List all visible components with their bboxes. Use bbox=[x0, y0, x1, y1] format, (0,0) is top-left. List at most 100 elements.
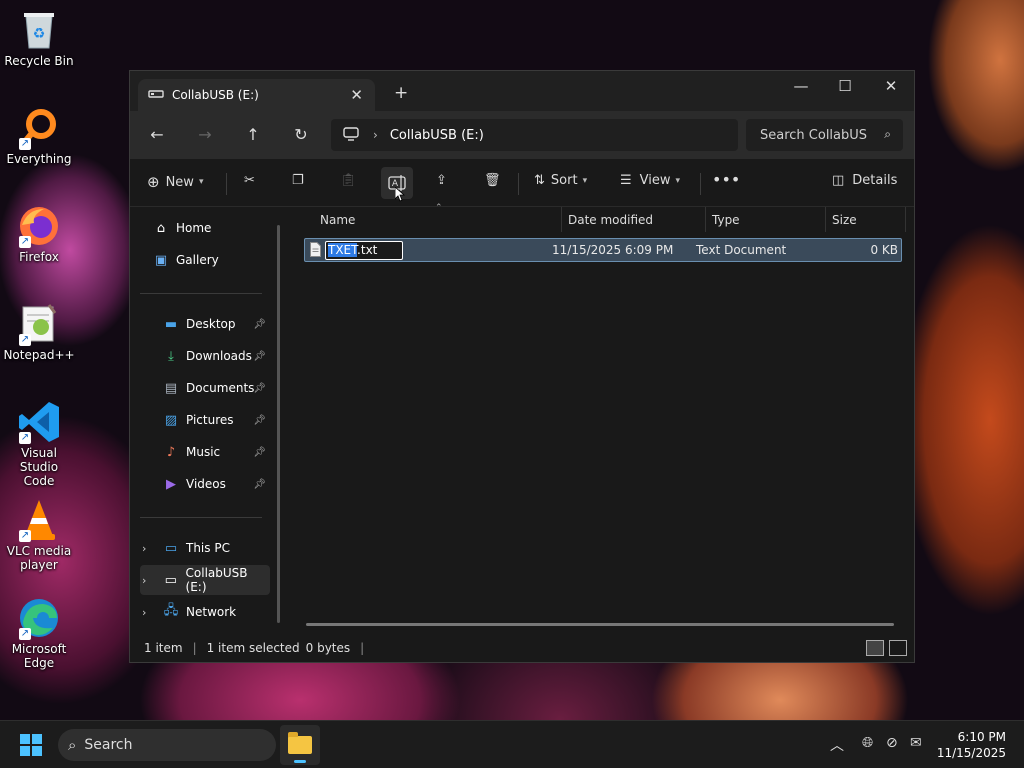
recycle-bin-icon: ♻ bbox=[17, 8, 61, 52]
desktop-icon-everything[interactable]: ↗ Everything bbox=[4, 106, 74, 166]
desktop-icon-label: Firefox bbox=[19, 250, 59, 264]
sidebar-item-home[interactable]: ⌂ Home bbox=[140, 213, 270, 243]
sidebar-item-collabusb[interactable]: › ▭ CollabUSB (E:) bbox=[140, 565, 270, 595]
sort-button[interactable]: ⇅ Sort ▾ bbox=[534, 173, 587, 188]
search-icon: ⌕ bbox=[68, 736, 77, 754]
sidebar-scrollbar[interactable] bbox=[277, 225, 280, 623]
horizontal-scrollbar[interactable] bbox=[306, 623, 894, 626]
taskbar-file-explorer[interactable] bbox=[280, 725, 320, 765]
sidebar-item-label: Gallery bbox=[176, 253, 219, 267]
share-icon: ⇪ bbox=[436, 173, 447, 188]
sidebar-item-network[interactable]: › 🖧︎ Network bbox=[140, 597, 270, 627]
drive-icon: ▭ bbox=[164, 572, 177, 588]
sidebar-item-music[interactable]: ♪ Music 📌︎ bbox=[140, 437, 270, 467]
details-pane-icon: ◫ bbox=[832, 173, 845, 188]
tab-collabusb[interactable]: CollabUSB (E:) ✕ bbox=[138, 79, 375, 111]
forward-button[interactable]: → bbox=[193, 125, 217, 144]
refresh-button[interactable]: ↻ bbox=[289, 125, 313, 144]
rename-button[interactable]: A bbox=[381, 167, 413, 202]
new-tab-button[interactable]: + bbox=[394, 83, 408, 103]
sidebar-item-this-pc[interactable]: › ▭ This PC bbox=[140, 533, 270, 563]
share-button[interactable]: ⇪ bbox=[436, 173, 447, 188]
cut-button[interactable]: ✂ bbox=[244, 173, 255, 188]
download-arrow-icon: ⤓ bbox=[168, 348, 174, 364]
shortcut-arrow-icon: ↗ bbox=[19, 432, 31, 444]
column-divider[interactable] bbox=[825, 207, 826, 232]
close-window-button[interactable]: ✕ bbox=[876, 77, 906, 95]
pin-icon: 📌︎ bbox=[253, 350, 266, 362]
title-bar: CollabUSB (E:) ✕ + — ☐ ✕ bbox=[130, 71, 914, 111]
show-hidden-icons-chevron-icon[interactable]: ︿ bbox=[830, 735, 844, 755]
delete-button[interactable]: 🗑︎ bbox=[484, 173, 501, 188]
sidebar-item-desktop[interactable]: ▬ Desktop 📌︎ bbox=[140, 309, 270, 339]
sidebar-item-pictures[interactable]: ▨ Pictures 📌︎ bbox=[140, 405, 270, 435]
paste-button[interactable]: 📋︎ bbox=[340, 173, 357, 188]
chevron-right-icon: › bbox=[142, 573, 147, 587]
desktop-icon-vlc[interactable]: ↗ VLC media player bbox=[4, 498, 74, 572]
system-clock[interactable]: 6:10 PM 11/15/2025 bbox=[937, 729, 1006, 761]
sidebar-divider bbox=[140, 293, 262, 294]
tab-close-icon[interactable]: ✕ bbox=[350, 86, 363, 104]
maximize-button[interactable]: ☐ bbox=[830, 77, 860, 95]
minimize-button[interactable]: — bbox=[786, 77, 816, 95]
back-button[interactable]: ← bbox=[145, 125, 169, 144]
sidebar-item-documents[interactable]: ▤ Documents 📌︎ bbox=[140, 373, 270, 403]
globe-language-icon[interactable]: 🌐︎ bbox=[862, 735, 873, 751]
column-header-date[interactable]: Date modified bbox=[568, 213, 653, 227]
toolbar-divider bbox=[226, 173, 227, 195]
column-divider[interactable] bbox=[905, 207, 906, 232]
column-divider[interactable] bbox=[561, 207, 562, 232]
desktop-icon-edge[interactable]: ↗ Microsoft Edge bbox=[4, 596, 74, 670]
folder-icon bbox=[288, 732, 312, 754]
video-icon: ▶ bbox=[166, 476, 176, 492]
shortcut-arrow-icon: ↗ bbox=[19, 334, 31, 346]
desktop-icon-notepad-plus-plus[interactable]: ↗ Notepad++ bbox=[3, 302, 75, 362]
desktop-folder-icon: ▬ bbox=[164, 316, 178, 332]
chat-notification-icon[interactable]: ✉ bbox=[910, 735, 922, 751]
copy-button[interactable]: ❐ bbox=[292, 173, 304, 188]
up-button[interactable]: ↑ bbox=[241, 125, 265, 144]
notepad-plus-plus-icon: ↗ bbox=[17, 302, 61, 346]
taskbar-search[interactable]: ⌕ Search bbox=[58, 729, 276, 761]
shortcut-arrow-icon: ↗ bbox=[19, 530, 31, 542]
rename-input[interactable]: TXET.txt bbox=[325, 241, 403, 260]
start-button[interactable] bbox=[20, 734, 42, 756]
more-options-button[interactable]: ••• bbox=[712, 170, 740, 189]
large-icons-view-toggle[interactable] bbox=[889, 640, 907, 656]
column-divider[interactable] bbox=[705, 207, 706, 232]
details-button[interactable]: ◫ Details bbox=[832, 173, 897, 188]
status-separator: | bbox=[192, 641, 197, 655]
this-pc-monitor-icon bbox=[343, 126, 359, 144]
desktop-icon-recycle-bin[interactable]: ♻ Recycle Bin bbox=[4, 8, 74, 68]
sidebar-item-label: Home bbox=[176, 221, 212, 235]
details-view-toggle[interactable] bbox=[866, 640, 884, 656]
sidebar-item-downloads[interactable]: ⤓ Downloads 📌︎ bbox=[140, 341, 270, 371]
search-input[interactable]: Search CollabUS ⌕ bbox=[746, 119, 903, 151]
file-type: Text Document bbox=[696, 243, 787, 257]
column-header-size[interactable]: Size bbox=[832, 213, 857, 227]
edge-icon: ↗ bbox=[17, 596, 61, 640]
sidebar-item-label: Pictures bbox=[186, 413, 234, 427]
sidebar-divider bbox=[140, 517, 262, 518]
sidebar-item-label: Documents bbox=[186, 381, 255, 395]
chevron-down-icon: ▾ bbox=[582, 175, 588, 186]
column-header-name[interactable]: Name bbox=[320, 213, 355, 227]
breadcrumb-current[interactable]: CollabUSB (E:) bbox=[390, 128, 484, 143]
desktop-icon-firefox[interactable]: ↗ Firefox bbox=[4, 204, 74, 264]
status-bar: 1 item | 1 item selected 0 bytes | bbox=[130, 634, 914, 662]
desktop-icon-vscode[interactable]: ↗ Visual Studio Code bbox=[4, 400, 74, 488]
picture-icon: ▨ bbox=[164, 412, 178, 428]
pin-icon: 📌︎ bbox=[253, 382, 266, 394]
network-status-icon[interactable]: ⊘ bbox=[886, 735, 898, 751]
sidebar-item-videos[interactable]: ▶ Videos 📌︎ bbox=[140, 469, 270, 499]
file-row-selected[interactable]: TXET.txt 11/15/2025 6:09 PM Text Documen… bbox=[304, 238, 902, 262]
sidebar-item-label: Music bbox=[186, 445, 221, 459]
sidebar-item-label: CollabUSB (E:) bbox=[185, 566, 248, 594]
new-button[interactable]: ⊕ New ▾ bbox=[147, 173, 203, 191]
view-button[interactable]: ☰ View ▾ bbox=[620, 173, 680, 188]
address-bar[interactable]: › CollabUSB (E:) bbox=[331, 119, 738, 151]
sidebar-item-gallery[interactable]: ▣ Gallery bbox=[140, 245, 270, 275]
home-icon: ⌂ bbox=[156, 220, 166, 236]
pin-icon: 📌︎ bbox=[253, 318, 266, 330]
column-header-type[interactable]: Type bbox=[712, 213, 740, 227]
